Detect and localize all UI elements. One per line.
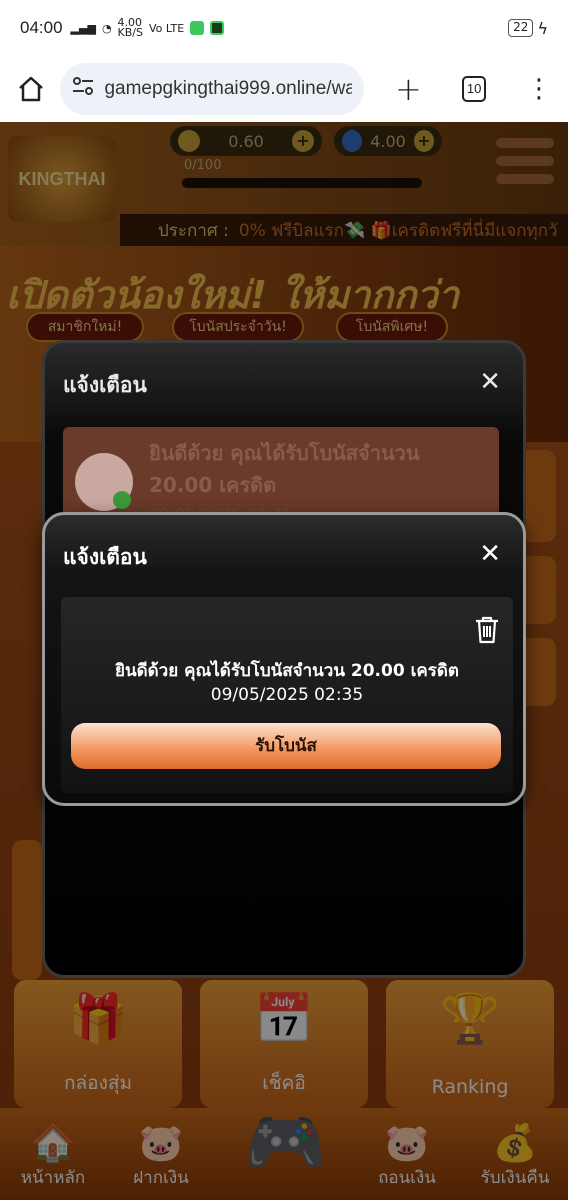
modal-title: แจ้งเตือน bbox=[63, 373, 147, 397]
charging-icon: ϟ bbox=[537, 18, 548, 38]
close-icon[interactable]: ✕ bbox=[479, 539, 501, 569]
battery-icon: 22 bbox=[508, 19, 534, 37]
app-notification-icon bbox=[190, 21, 205, 35]
net-speed: 4.00 KB/S bbox=[117, 16, 143, 39]
more-menu-icon[interactable]: ⋮ bbox=[526, 76, 552, 102]
claim-bonus-button[interactable]: รับโบนัส bbox=[71, 723, 501, 769]
browser-toolbar: gamepgkingthai999.online/wa + 10 ⋮ bbox=[0, 56, 568, 122]
check-icon bbox=[113, 491, 131, 509]
site-settings-icon[interactable] bbox=[72, 76, 94, 102]
notification-modal: แจ้งเตือน ✕ ยินดีด้วย คุณได้รับโบนัสจำนว… bbox=[42, 512, 526, 806]
trash-icon[interactable] bbox=[473, 615, 501, 645]
close-icon[interactable]: ✕ bbox=[479, 367, 501, 397]
status-icons: ▂▄▆ ◔ 4.00 KB/S Vo LTE bbox=[70, 16, 225, 39]
notice-date: 09/05/2025 02:35 bbox=[210, 685, 364, 705]
status-time: 04:00 bbox=[20, 18, 63, 37]
address-bar[interactable]: gamepgkingthai999.online/wa bbox=[60, 63, 365, 115]
tab-switcher-button[interactable]: 10 bbox=[462, 76, 486, 102]
wifi-icon: ◔ bbox=[101, 21, 112, 35]
notice-message: ยินดีด้วย คุณได้รับโบนัสจำนวน 20.00 เครด… bbox=[115, 661, 459, 681]
modal-title: แจ้งเตือน bbox=[63, 545, 147, 569]
volte-label: Vo LTE bbox=[149, 21, 185, 35]
new-tab-icon[interactable]: + bbox=[390, 70, 426, 108]
status-right: 22 ϟ bbox=[508, 19, 548, 38]
url-text: gamepgkingthai999.online/wa bbox=[104, 78, 353, 99]
notice-message: ยินดีด้วย คุณได้รับโบนัสจำนวน 20.00 เครด… bbox=[149, 441, 420, 497]
signal-icon: ▂▄▆ bbox=[70, 21, 96, 35]
home-icon[interactable] bbox=[16, 72, 46, 106]
notice-card: ยินดีด้วย คุณได้รับโบนัสจำนวน 20.00 เครด… bbox=[61, 597, 513, 793]
notice-card: ยินดีด้วย คุณได้รับโบนัสจำนวน 20.00 เครด… bbox=[63, 427, 499, 525]
status-bar: 04:00 ▂▄▆ ◔ 4.00 KB/S Vo LTE 22 ϟ bbox=[0, 0, 568, 56]
app-notification-icon bbox=[210, 21, 225, 35]
